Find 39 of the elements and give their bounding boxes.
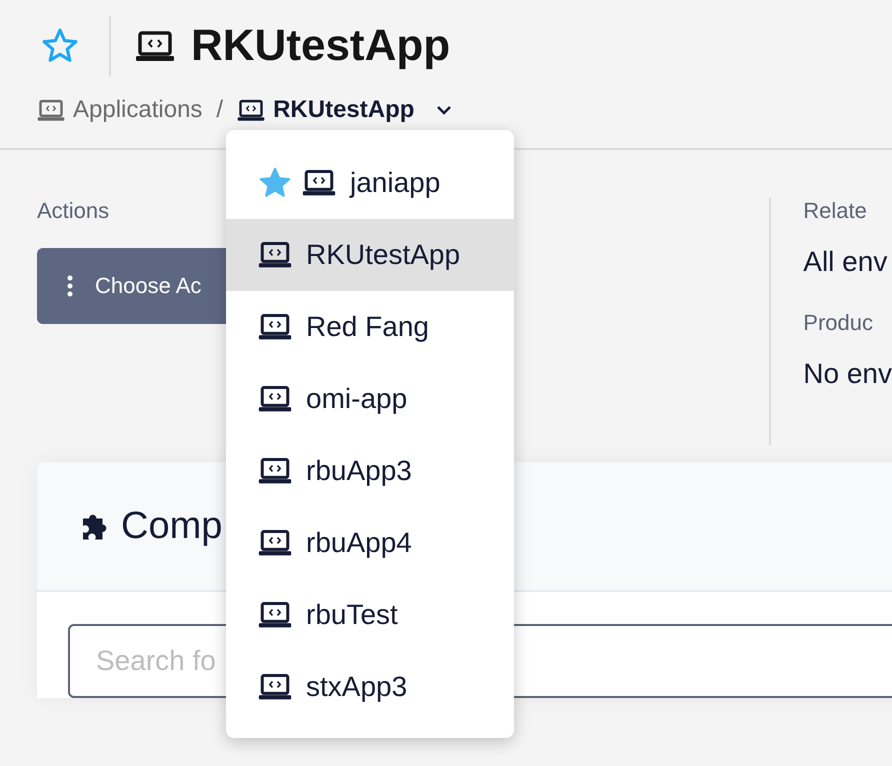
field-value: All env — [803, 246, 888, 278]
laptop-icon — [302, 169, 336, 197]
field-label: Relate — [803, 198, 868, 224]
field-value: No env — [803, 358, 892, 390]
menu-item-label: stxApp3 — [306, 671, 408, 703]
laptop-icon — [258, 385, 292, 413]
menu-item[interactable]: omi-app — [226, 363, 514, 435]
laptop-icon — [37, 98, 65, 122]
laptop-icon — [258, 241, 292, 269]
menu-item-label: RKUtestApp — [306, 239, 460, 271]
laptop-icon — [135, 30, 175, 62]
breadcrumb-separator: / — [216, 96, 224, 124]
menu-item-label: omi-app — [306, 383, 408, 415]
menu-item[interactable]: rbuApp3 — [226, 435, 514, 507]
breadcrumb-link[interactable]: Applications — [73, 96, 202, 124]
menu-item[interactable]: rbuTest — [226, 579, 514, 651]
breadcrumb-link[interactable]: RKUtestApp — [273, 96, 414, 124]
menu-item[interactable]: RKUtestApp — [226, 219, 514, 291]
menu-item[interactable]: rbuApp4 — [226, 507, 514, 579]
card-title: Comp — [121, 504, 222, 548]
field-label: Produc — [803, 310, 874, 336]
menu-item[interactable]: stxApp3 — [226, 651, 514, 723]
laptop-icon — [258, 313, 292, 341]
menu-item[interactable]: janiapp — [226, 147, 514, 219]
menu-item-label: rbuTest — [306, 599, 398, 631]
laptop-icon — [258, 529, 292, 557]
laptop-icon — [258, 601, 292, 629]
page-title: RKUtestApp — [191, 21, 450, 71]
section-label: Actions — [37, 198, 110, 224]
laptop-icon — [237, 98, 266, 122]
chevron-down-icon[interactable] — [436, 105, 452, 115]
menu-item-label: janiapp — [350, 167, 440, 199]
menu-item-label: rbuApp4 — [306, 527, 412, 559]
more-vertical-icon — [67, 275, 73, 297]
laptop-icon — [258, 457, 292, 485]
star-icon[interactable] — [41, 27, 79, 65]
menu-item-label: Red Fang — [306, 311, 429, 343]
laptop-icon — [258, 673, 292, 701]
menu-item-label: rbuApp3 — [306, 455, 412, 487]
